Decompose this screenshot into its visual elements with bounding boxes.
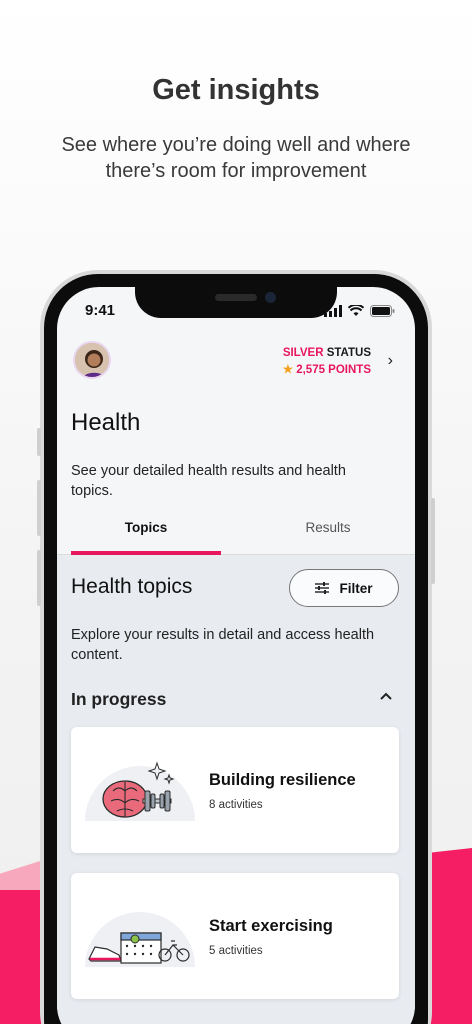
filter-button[interactable]: Filter bbox=[289, 569, 399, 607]
tab-results[interactable]: Results bbox=[253, 513, 403, 555]
brain-dumbbell-icon bbox=[85, 761, 195, 821]
card-title: Building resilience bbox=[209, 771, 356, 789]
tab-topics[interactable]: Topics bbox=[71, 513, 221, 555]
chevron-up-icon[interactable] bbox=[379, 689, 393, 703]
star-icon: ★ bbox=[282, 364, 293, 376]
topic-card-start-exercising[interactable]: Start exercising 5 activities bbox=[71, 873, 399, 999]
phone-mute-switch bbox=[37, 428, 41, 456]
chevron-right-icon[interactable]: › bbox=[388, 352, 393, 370]
sliders-icon bbox=[315, 582, 330, 594]
section-title: Health topics bbox=[71, 575, 193, 598]
filter-label: Filter bbox=[339, 580, 373, 596]
topics-description: Explore your results in detail and acces… bbox=[71, 627, 375, 663]
status-icons bbox=[324, 305, 395, 317]
topic-card-building-resilience[interactable]: Building resilience 8 activities bbox=[71, 727, 399, 853]
status-word: STATUS bbox=[326, 347, 371, 359]
battery-icon bbox=[370, 305, 395, 317]
card-title: Start exercising bbox=[209, 917, 333, 935]
tab-bar: Topics Results bbox=[57, 513, 415, 555]
page-description: See your detailed health results and hea… bbox=[71, 463, 346, 499]
phone-speaker bbox=[215, 294, 257, 301]
app-screen: 9:41 SILVER STATUS ★ 2,575 POINTS › Heal… bbox=[57, 287, 415, 1024]
topics-panel: Health topics Filter Explore your result… bbox=[57, 555, 415, 1024]
card-subtitle: 8 activities bbox=[209, 799, 263, 811]
phone-volume-up bbox=[37, 480, 41, 536]
phone-volume-down bbox=[37, 550, 41, 606]
card-subtitle: 5 activities bbox=[209, 945, 263, 957]
promo-title: Get insights bbox=[152, 74, 320, 106]
shoe-calendar-bike-icon bbox=[85, 912, 195, 967]
points-value: 2,575 POINTS bbox=[296, 364, 371, 376]
avatar[interactable] bbox=[73, 341, 111, 379]
phone-camera bbox=[265, 292, 276, 303]
in-progress-heading: In progress bbox=[71, 689, 167, 709]
promo-subtitle: See where you’re doing well and where th… bbox=[61, 134, 411, 182]
wifi-icon bbox=[348, 305, 364, 316]
status-time: 9:41 bbox=[85, 302, 116, 319]
phone-power-button bbox=[431, 498, 435, 584]
status-summary[interactable]: SILVER STATUS ★ 2,575 POINTS bbox=[283, 345, 371, 379]
avatar-image bbox=[75, 343, 109, 377]
status-tier: SILVER bbox=[282, 347, 324, 359]
page-title: Health bbox=[71, 409, 141, 436]
